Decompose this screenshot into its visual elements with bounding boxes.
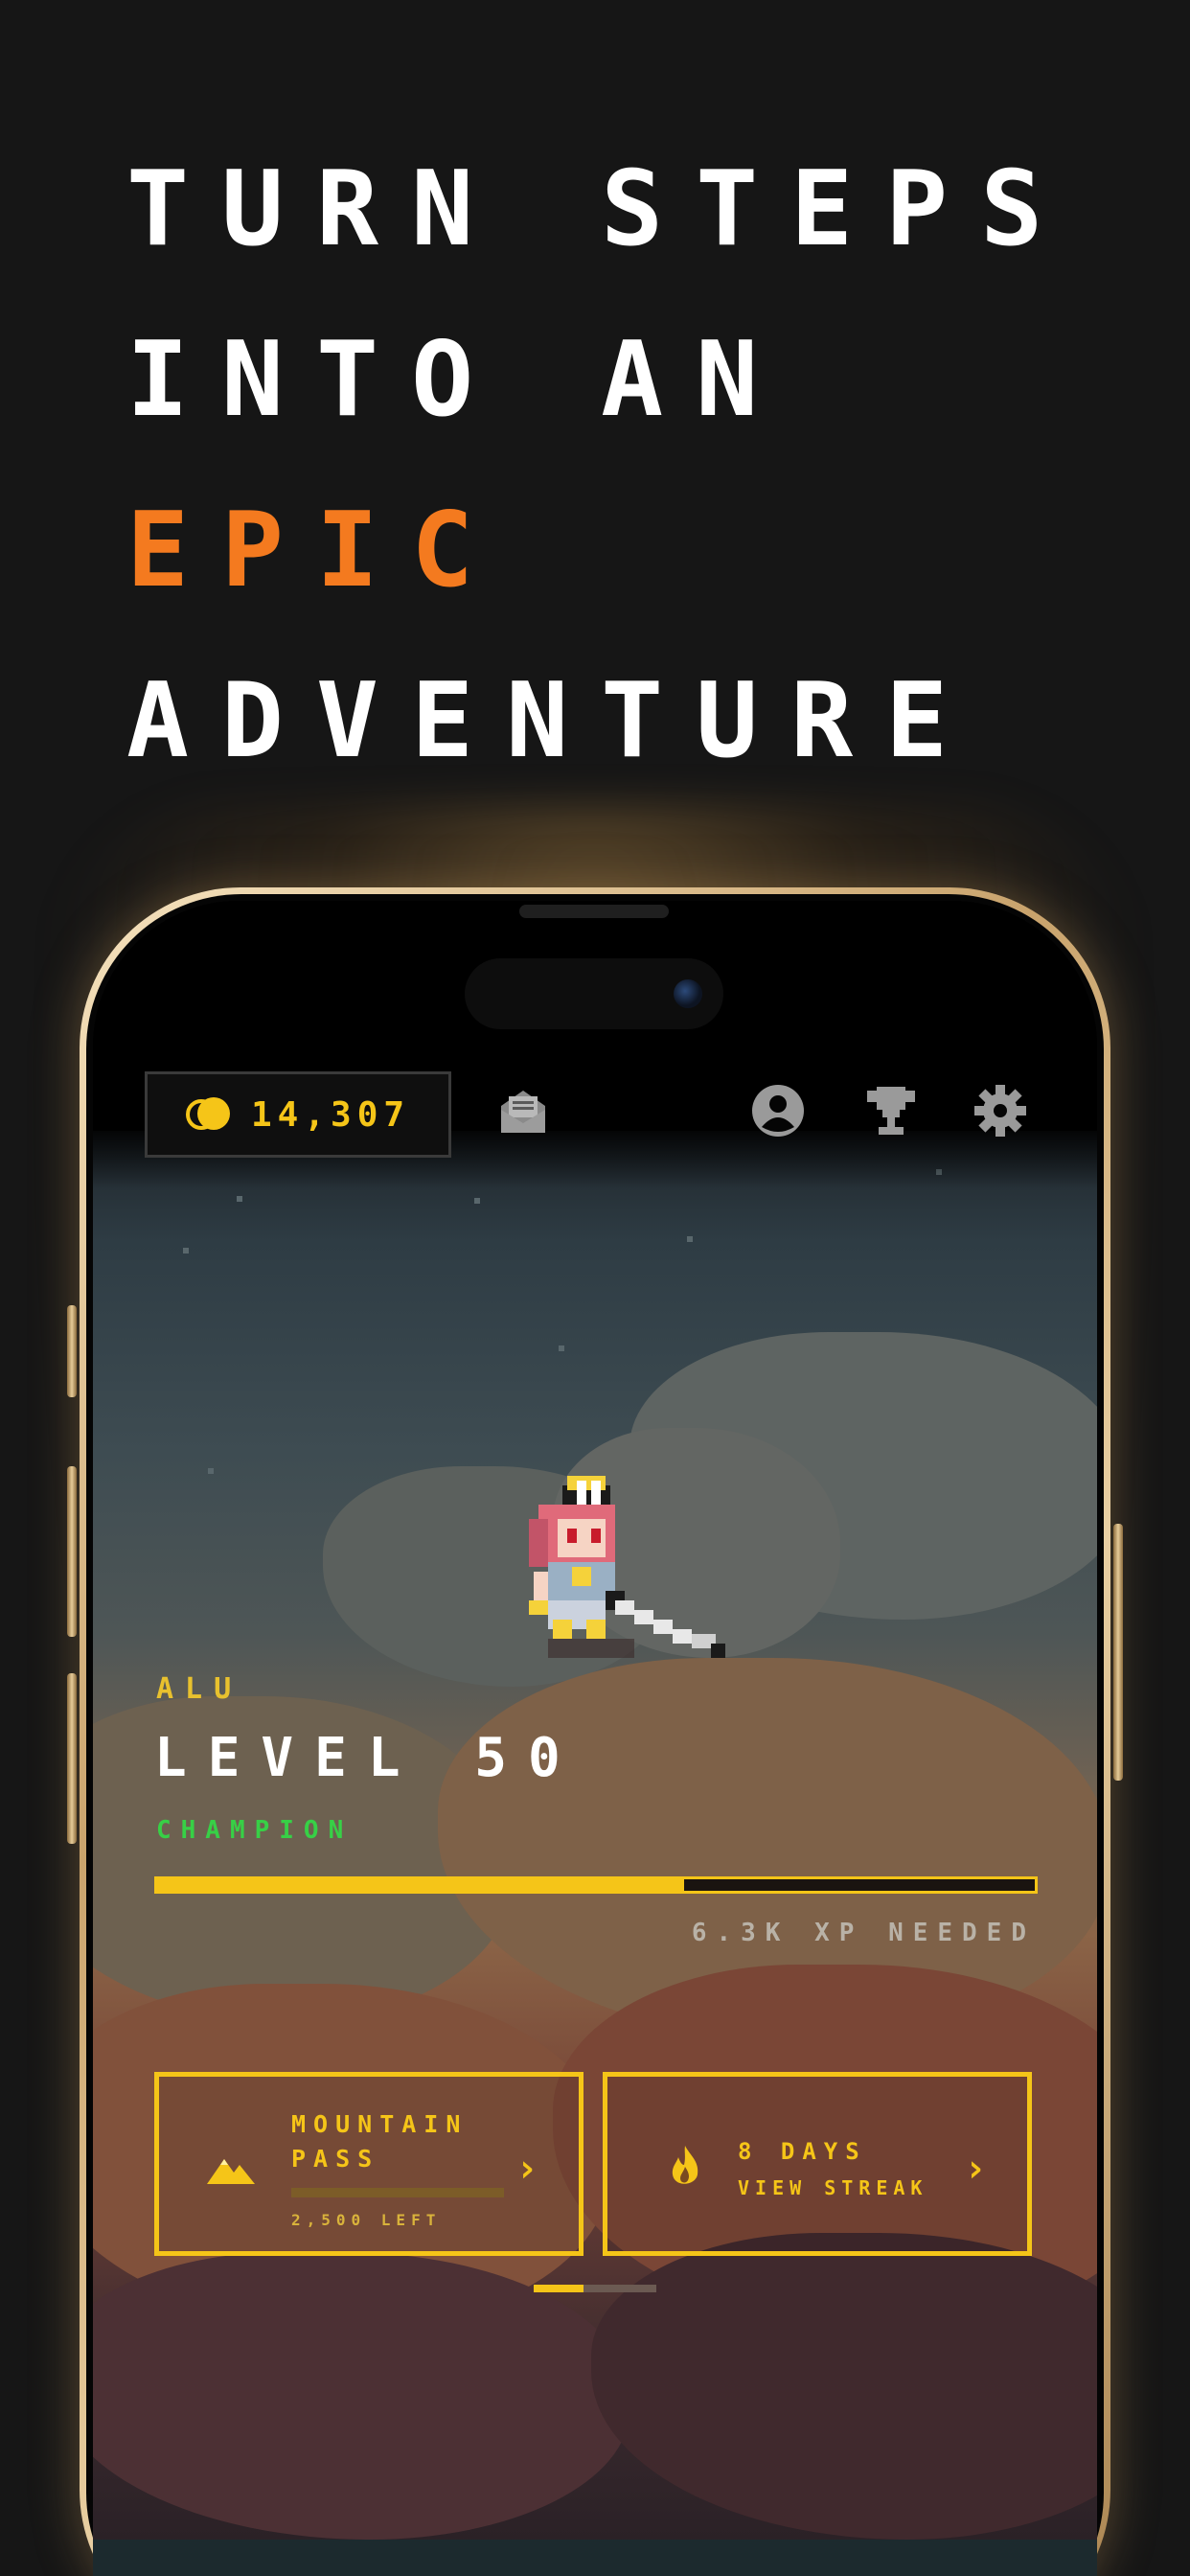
earpiece-speaker (519, 905, 669, 918)
player-level: LEVEL 50 (154, 1727, 582, 1789)
headline-line-4: ADVENTURE (126, 661, 981, 781)
settings-icon[interactable] (973, 1083, 1028, 1138)
star (183, 1248, 189, 1254)
trophy-icon[interactable] (863, 1083, 919, 1138)
star (474, 1198, 480, 1204)
side-button-power (1113, 1524, 1123, 1781)
dynamic-island (465, 958, 723, 1029)
page-indicator-active (534, 2285, 584, 2292)
mountain-icon (207, 2159, 255, 2184)
mountain-pass-progress (291, 2188, 504, 2197)
xp-progress-bar (154, 1876, 1038, 1894)
star (559, 1346, 564, 1351)
streak-card[interactable]: 8 DAYS VIEW STREAK › (603, 2072, 1032, 2256)
flame-icon (672, 2146, 698, 2184)
star (237, 1196, 242, 1202)
cloud (93, 2252, 629, 2540)
headline-line-1: TURN STEPS (126, 150, 1076, 269)
side-button-volume-up (67, 1466, 77, 1637)
side-button-volume-down (67, 1673, 77, 1844)
headline-line-2: INTO AN (126, 320, 791, 440)
game-scene (93, 1121, 1097, 2576)
view-streak-link[interactable]: VIEW STREAK (738, 2176, 927, 2199)
player-name: ALU (156, 1672, 243, 1706)
coin-balance-value: 14,307 (251, 1094, 411, 1135)
mountain-pass-title: MOUNTAIN PASS (291, 2110, 469, 2173)
headline-line-3-accent: EPIC (126, 491, 507, 610)
chevron-right-icon: › (515, 2147, 538, 2191)
star (687, 1236, 693, 1242)
mountain-pass-card[interactable]: MOUNTAIN PASS 2,500 LEFT › (154, 2072, 584, 2256)
coins-icon (186, 1095, 230, 1134)
profile-icon[interactable] (750, 1083, 806, 1138)
phone-screen: 14,307 ALU LEVEL 50 CHAMPION 6.3K XP NEE… (93, 901, 1097, 2576)
headline: TURN STEPS INTO AN EPIC ADVENTURE (126, 125, 1142, 807)
chevron-right-icon: › (963, 2147, 987, 2191)
horizon-water (93, 2540, 1097, 2576)
star (208, 1468, 214, 1474)
mountain-pass-remaining: 2,500 LEFT (291, 2211, 442, 2229)
player-rank-title: CHAMPION (156, 1816, 354, 1845)
mail-icon[interactable] (495, 1083, 551, 1138)
hero-sprite (529, 1476, 725, 1658)
streak-days: 8 DAYS (738, 2138, 867, 2165)
cloud (591, 2233, 1097, 2540)
coin-balance[interactable]: 14,307 (145, 1071, 451, 1158)
page-indicator[interactable] (534, 2285, 656, 2292)
side-button-action (67, 1305, 77, 1397)
xp-progress-fill (157, 1879, 684, 1891)
xp-needed-text: 6.3K XP NEEDED (691, 1919, 1036, 1947)
front-camera (674, 979, 702, 1008)
